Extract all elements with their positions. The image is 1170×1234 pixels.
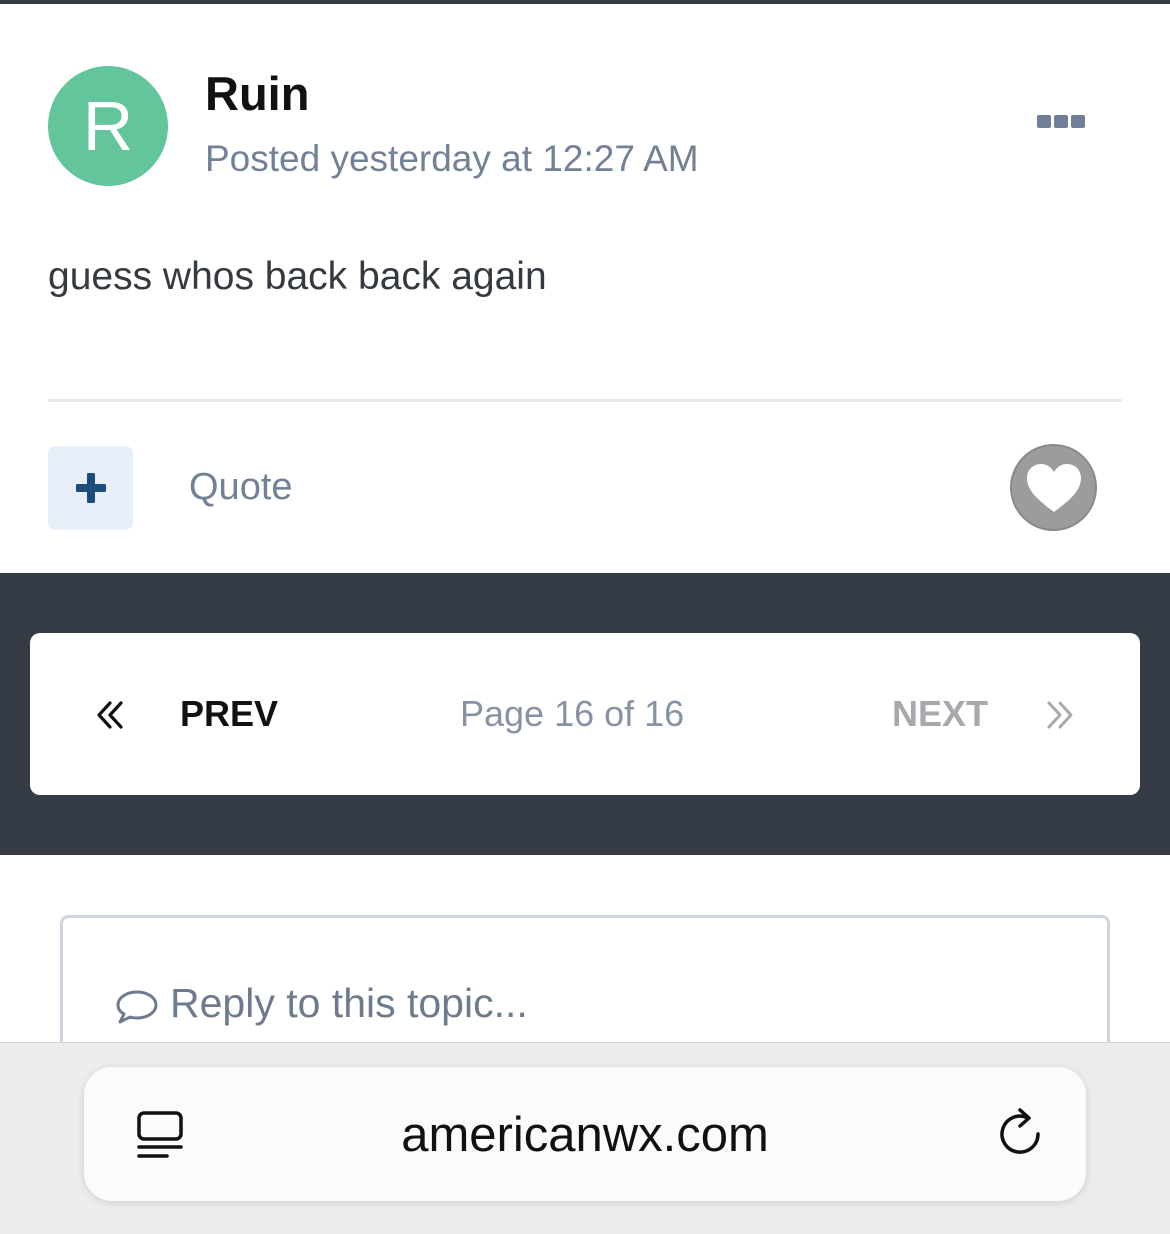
more-dot xyxy=(1071,114,1085,128)
browser-toolbar: americanwx.com xyxy=(0,1042,1170,1234)
page-status[interactable]: Page 16 of 16 xyxy=(460,693,684,735)
double-chevron-left-icon[interactable] xyxy=(94,697,124,733)
reload-icon[interactable] xyxy=(994,1104,1046,1160)
heart-icon xyxy=(1026,463,1081,512)
posted-timestamp[interactable]: Posted yesterday at 12:27 AM xyxy=(205,138,699,180)
reply-placeholder[interactable]: Reply to this topic... xyxy=(170,980,528,1027)
avatar[interactable]: R xyxy=(48,66,168,186)
more-options-icon[interactable] xyxy=(1030,104,1092,138)
url-text[interactable]: americanwx.com xyxy=(84,1107,1086,1163)
like-button[interactable] xyxy=(1010,444,1097,531)
pagination-bar: PREV Page 16 of 16 NEXT xyxy=(30,633,1140,795)
more-dot xyxy=(1037,114,1051,128)
author-name[interactable]: Ruin xyxy=(205,66,309,121)
avatar-letter: R xyxy=(82,87,134,165)
double-chevron-right-icon xyxy=(1047,701,1073,729)
prev-button[interactable]: PREV xyxy=(180,693,278,735)
speech-bubble-icon xyxy=(116,990,158,1024)
plus-icon xyxy=(75,473,106,503)
post-divider xyxy=(48,399,1122,402)
post-body: guess whos back back again xyxy=(48,255,547,298)
address-bar[interactable]: americanwx.com xyxy=(84,1067,1086,1201)
quote-button[interactable]: Quote xyxy=(189,466,293,509)
top-rule xyxy=(0,0,1170,4)
next-button: NEXT xyxy=(892,693,989,734)
more-dot xyxy=(1054,114,1068,128)
multiquote-button[interactable] xyxy=(48,446,133,530)
